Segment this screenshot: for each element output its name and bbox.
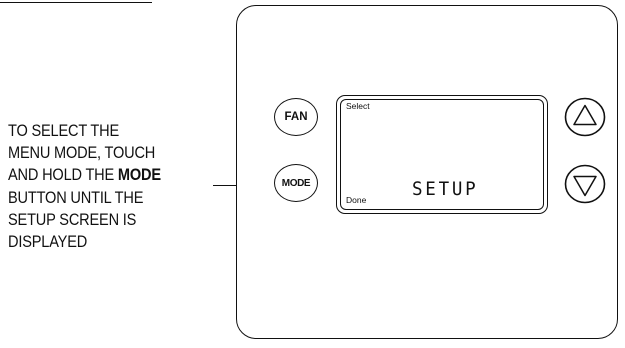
- mode-button-label: MODE: [281, 177, 311, 189]
- fan-button-label: FAN: [284, 111, 308, 123]
- instruction-line-2: MENU MODE, TOUCH: [8, 144, 156, 163]
- instruction-line-1: TO SELECT THE: [8, 122, 120, 140]
- instruction-mode-emphasis: MODE: [117, 166, 161, 185]
- up-button[interactable]: [564, 97, 606, 137]
- mode-button[interactable]: MODE: [274, 164, 318, 202]
- top-divider: [0, 2, 152, 3]
- select-softkey-label: Select: [346, 101, 370, 111]
- instruction-line-5: SETUP SCREEN IS: [8, 210, 137, 229]
- done-softkey-label: Done: [346, 195, 367, 205]
- fan-button[interactable]: FAN: [274, 98, 318, 136]
- display-setup-text: SETUP: [412, 178, 479, 200]
- down-button[interactable]: [564, 164, 606, 204]
- instruction-line-3: AND HOLD THE MODE: [8, 164, 197, 186]
- instruction-line-3-prefix: AND HOLD THE: [8, 166, 118, 185]
- instruction-text: TO SELECT THE MENU MODE, TOUCH AND HOLD …: [8, 120, 197, 253]
- instruction-line-4: BUTTON UNTIL THE: [8, 188, 144, 207]
- instruction-line-6: DISPLAYED: [8, 233, 88, 252]
